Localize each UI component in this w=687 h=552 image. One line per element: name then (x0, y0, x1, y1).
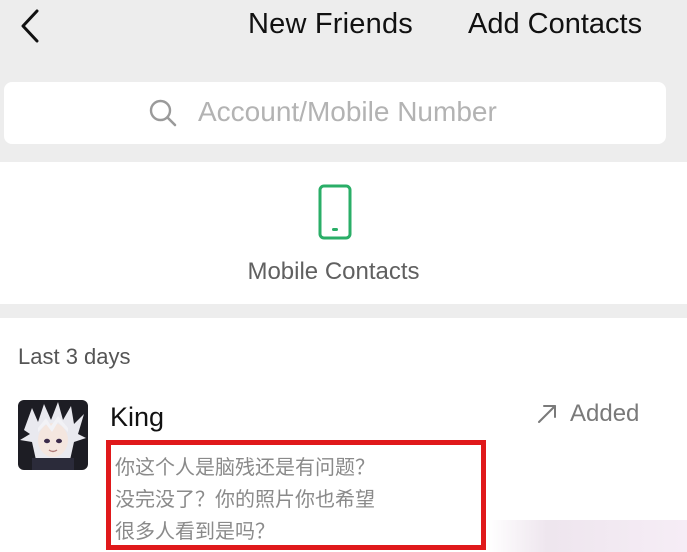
navigation-bar: New Friends Add Contacts (0, 0, 687, 72)
message-line: 很多人看到是吗？ (115, 519, 275, 543)
mobile-contacts-entry[interactable]: Mobile Contacts (0, 162, 687, 304)
avatar[interactable] (18, 400, 88, 470)
message-line: 你这个人是脑残还是有问题？ (115, 455, 375, 479)
request-message: 你这个人是脑残还是有问题？ 没完没了？你的照片你也希望 很多人看到是吗？ (106, 440, 486, 550)
message-line: 没完没了？你的照片你也希望 (115, 487, 375, 511)
contact-name: King (110, 402, 165, 432)
section-label: Last 3 days (18, 344, 131, 369)
search-input[interactable]: Account/Mobile Number (4, 82, 666, 144)
mobile-contacts-label: Mobile Contacts (247, 258, 420, 285)
watermark (488, 520, 687, 552)
search-placeholder: Account/Mobile Number (198, 96, 497, 127)
page-title: New Friends (248, 8, 413, 40)
added-status-label: Added (570, 400, 640, 427)
phone-icon (318, 184, 352, 240)
avatar-image-icon (18, 400, 88, 470)
add-contacts-button[interactable]: Add Contacts (468, 8, 642, 41)
chevron-left-icon (21, 9, 39, 43)
search-icon (149, 99, 177, 127)
arrow-up-right-icon (538, 405, 556, 423)
back-button[interactable] (12, 6, 48, 46)
added-status: Added (536, 400, 639, 428)
